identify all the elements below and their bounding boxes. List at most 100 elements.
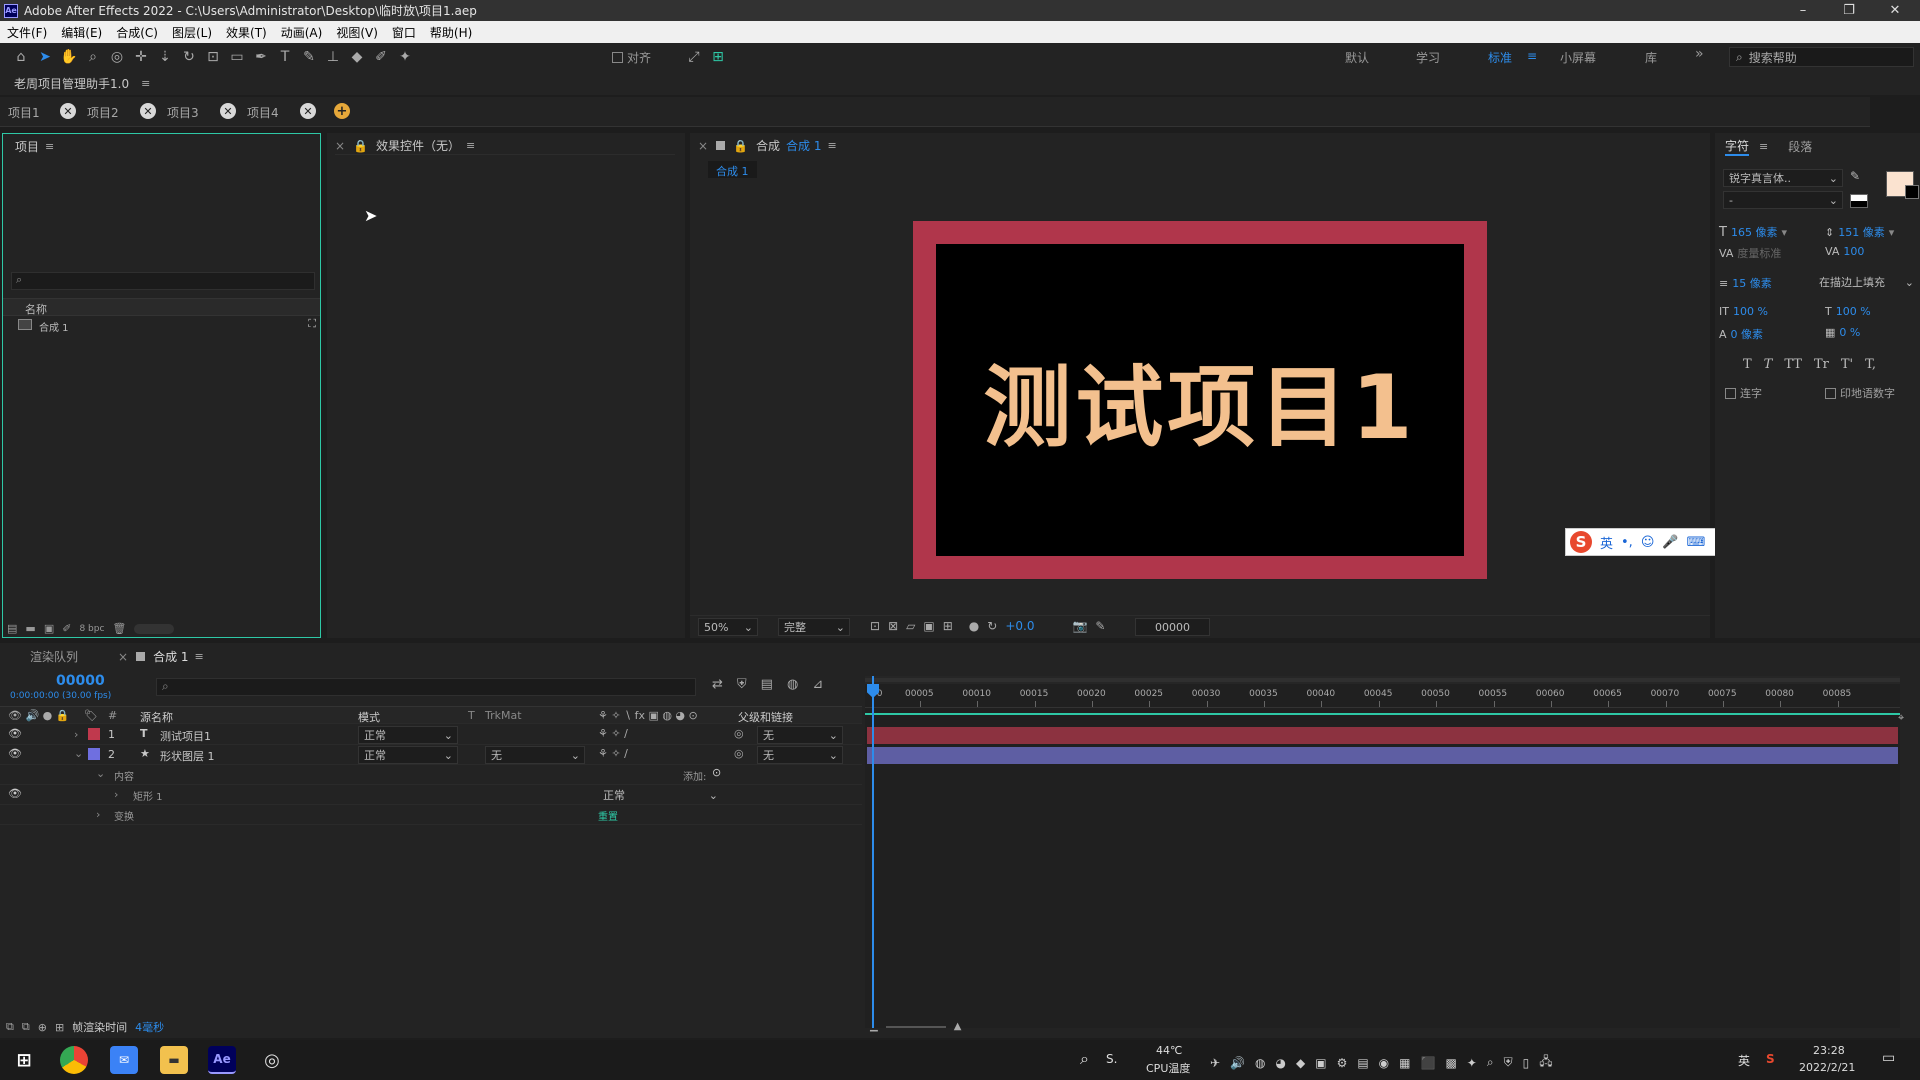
tray-app-icon[interactable]: ▣: [1315, 1056, 1326, 1070]
subscript-button[interactable]: T,: [1865, 357, 1876, 372]
tray-app-icon[interactable]: ⬛: [1421, 1056, 1436, 1070]
project-tab-4[interactable]: 项目4: [247, 104, 279, 121]
interpret-footage-icon[interactable]: ▤: [7, 622, 17, 635]
exposure-value[interactable]: +0.0: [1005, 619, 1034, 633]
tray-app-icon[interactable]: ▦: [1399, 1056, 1410, 1070]
effect-controls-menu-icon[interactable]: ≡: [466, 139, 475, 152]
pan-camera-icon[interactable]: ✛: [130, 46, 152, 68]
av-switches-icon[interactable]: 👁 🔊 ● 🔒: [8, 709, 69, 722]
shy-layers-icon[interactable]: ▤: [761, 677, 773, 692]
graph-editor-icon[interactable]: ⊿: [812, 677, 823, 692]
rotate-tool-icon[interactable]: ↻: [178, 46, 200, 68]
expand-layer-icon[interactable]: ›: [74, 728, 78, 741]
clone-stamp-icon[interactable]: ⊥: [322, 46, 344, 68]
tracking-value[interactable]: 100: [1843, 245, 1864, 258]
layer-row-1[interactable]: 👁 › 1 T 测试项目1 正常 ⌄ ⚘ ✧ ∕ ◎ 无 ⌄: [0, 725, 862, 745]
home-icon[interactable]: ⌂: [10, 46, 32, 68]
tray-app-icon[interactable]: ▤: [1357, 1056, 1368, 1070]
close-window-button[interactable]: ✕: [1872, 0, 1918, 21]
rectangle-mode-dropdown[interactable]: 正常 ⌄: [598, 786, 722, 804]
tray-app-icon[interactable]: ✦: [1467, 1056, 1477, 1070]
add-property-icon[interactable]: ⊙: [712, 766, 721, 779]
tray-app-icon[interactable]: ◕: [1276, 1056, 1286, 1070]
column-name[interactable]: 名称: [25, 301, 47, 317]
collapse-contents-icon[interactable]: ⌄: [96, 767, 105, 780]
minimize-button[interactable]: –: [1780, 0, 1826, 21]
expand-rectangle-icon[interactable]: ›: [114, 788, 118, 801]
effect-controls-title[interactable]: 效果控件（无）: [376, 137, 460, 154]
dolly-camera-icon[interactable]: ⇣: [154, 46, 176, 68]
tray-app-icon[interactable]: ⌕: [1487, 1055, 1494, 1070]
toggle-transfer-icon[interactable]: ⧉: [22, 1020, 30, 1034]
close-panel-icon[interactable]: ×: [698, 139, 708, 153]
faux-bold-button[interactable]: T: [1743, 357, 1752, 372]
orbit-camera-icon[interactable]: ◎: [106, 46, 128, 68]
thumbnail-slider[interactable]: [134, 623, 175, 634]
vertical-scale-value[interactable]: 100 %: [1733, 305, 1768, 318]
tray-app-icon[interactable]: ◉: [1379, 1056, 1389, 1070]
composition-viewer-tab[interactable]: 合成 1: [708, 161, 757, 178]
zoom-out-icon[interactable]: ▁: [870, 1021, 878, 1032]
motion-blur-icon[interactable]: ◍: [787, 677, 798, 692]
sogou-logo-icon[interactable]: S: [1570, 531, 1592, 553]
tab-paragraph[interactable]: 段落: [1788, 138, 1812, 155]
hand-tool-icon[interactable]: ✋: [58, 46, 80, 68]
toggle-layer-switches-icon[interactable]: ⧉: [6, 1020, 14, 1034]
expand-transform-icon[interactable]: ›: [96, 808, 100, 821]
taskbar-search-label[interactable]: S.: [1106, 1052, 1117, 1066]
font-style-dropdown[interactable]: - ⌄: [1723, 191, 1843, 209]
property-row-transform[interactable]: › 变换 重置: [0, 805, 862, 825]
composition-menu-icon[interactable]: ≡: [827, 139, 836, 152]
tab-character[interactable]: 字符: [1725, 137, 1750, 156]
tray-network-icon[interactable]: ✈: [1210, 1056, 1220, 1070]
collapse-layer-icon[interactable]: ⌄: [74, 747, 83, 760]
leading-value[interactable]: 151 像素: [1838, 224, 1885, 240]
tray-battery-icon[interactable]: ▯: [1523, 1056, 1530, 1070]
layer-switches[interactable]: ⚘ ✧ ∕: [598, 747, 628, 760]
pick-whip-icon[interactable]: ◎: [734, 747, 744, 760]
menu-animation[interactable]: 动画(A): [274, 24, 330, 41]
column-mode[interactable]: 模式: [358, 709, 380, 725]
flowchart-icon[interactable]: ⛶: [308, 317, 316, 331]
kerning-value[interactable]: 度量标准: [1737, 245, 1781, 261]
reset-transform-link[interactable]: 重置: [598, 808, 618, 823]
small-caps-button[interactable]: Tr: [1814, 357, 1829, 372]
property-row-rectangle[interactable]: 👁 › 矩形 1 正常 ⌄: [0, 785, 862, 805]
selection-tool-icon[interactable]: ➤: [34, 46, 56, 68]
show-snapshot-icon[interactable]: ✎: [1095, 619, 1105, 633]
comp-button-icon[interactable]: ⌖: [1898, 711, 1904, 725]
layer-name[interactable]: 测试项目1: [160, 728, 211, 744]
close-panel-icon[interactable]: ×: [335, 139, 345, 153]
workspace-libraries[interactable]: 库: [1645, 49, 1657, 66]
layer-2-duration-bar[interactable]: [867, 747, 1898, 764]
timeline-zoom-slider[interactable]: [885, 1025, 946, 1028]
snap-edges-icon[interactable]: ⊞: [707, 46, 729, 68]
current-time-indicator[interactable]: [872, 676, 874, 1028]
layer-switches-icon[interactable]: ⚘ ✧ ∖ fx ▣ ◍ ◕ ⊙: [598, 709, 698, 722]
visibility-eye-icon[interactable]: 👁: [8, 787, 22, 800]
file-explorer-icon[interactable]: ▬: [160, 1046, 188, 1074]
snapshot-icon[interactable]: 📷: [1072, 619, 1087, 633]
ligatures-checkbox[interactable]: 连字: [1725, 385, 1762, 401]
close-tab-4-icon[interactable]: ✕: [300, 103, 316, 119]
pen-tool-icon[interactable]: ✒: [250, 46, 272, 68]
obs-icon[interactable]: ◎: [258, 1046, 286, 1074]
clock-time[interactable]: 23:28: [1813, 1044, 1845, 1057]
column-parent[interactable]: 父级和链接: [738, 709, 793, 725]
restore-button[interactable]: ❐: [1826, 0, 1872, 21]
hindi-digits-checkbox[interactable]: 印地语数字: [1825, 385, 1895, 401]
snap-toggle[interactable]: 对齐: [612, 49, 651, 66]
delete-icon[interactable]: 🗑: [112, 622, 126, 635]
workspace-standard[interactable]: 标准: [1488, 49, 1512, 66]
workspace-default[interactable]: 默认: [1345, 49, 1369, 66]
mask-path-icon[interactable]: ▱: [906, 619, 915, 633]
channel-icon[interactable]: ●: [969, 619, 979, 633]
more-workspaces-icon[interactable]: »: [1695, 46, 1704, 62]
trkmat-dropdown[interactable]: 无 ⌄: [485, 746, 585, 764]
rectangle-tool-icon[interactable]: ▭: [226, 46, 248, 68]
work-area-bar[interactable]: [865, 676, 1900, 684]
ligatures-box[interactable]: [1725, 387, 1736, 399]
project-panel-title[interactable]: 项目: [15, 138, 39, 155]
column-source-name[interactable]: 源名称: [140, 709, 173, 725]
tray-app-icon[interactable]: ◆: [1296, 1056, 1305, 1070]
